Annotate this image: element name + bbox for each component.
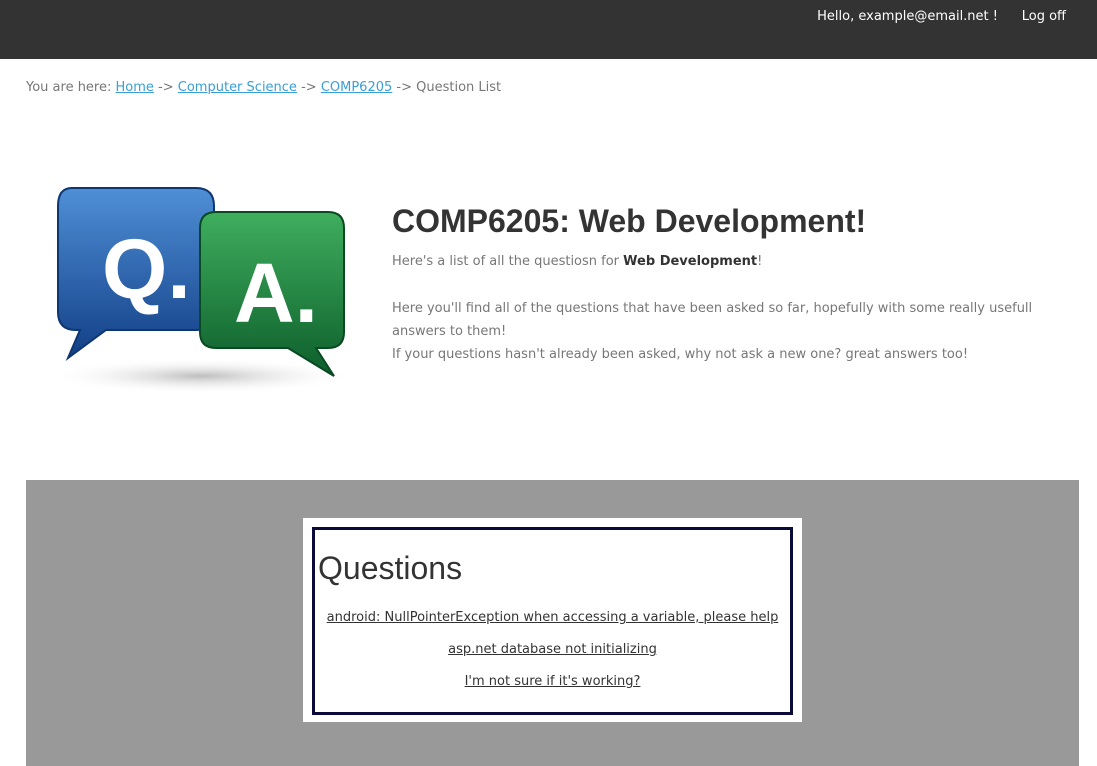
logoff-link[interactable]: Log off	[1022, 9, 1066, 24]
question-link[interactable]: I'm not sure if it's working?	[315, 666, 790, 698]
hero-description: Here's a list of all the questiosn for W…	[392, 250, 1042, 366]
breadcrumb-separator: ->	[396, 80, 412, 95]
qa-logo: Q. A.	[46, 187, 356, 394]
breadcrumb-separator: ->	[301, 80, 317, 95]
a-bubble: A.	[199, 211, 345, 377]
user-greeting[interactable]: Hello, example@email.net !	[817, 9, 998, 24]
question-link[interactable]: android: NullPointerException when acces…	[315, 602, 790, 634]
top-navbar: Hello, example@email.net ! Log off	[0, 0, 1097, 59]
breadcrumb-link-home[interactable]: Home	[116, 80, 154, 95]
questions-card-border: Questions android: NullPointerException …	[312, 527, 793, 715]
q-bubble: Q.	[57, 187, 215, 361]
breadcrumb: You are here: Home -> Computer Science -…	[26, 80, 501, 95]
questions-list: android: NullPointerException when acces…	[315, 602, 790, 698]
breadcrumb-prefix: You are here:	[26, 80, 112, 95]
intro-course-name: Web Development	[623, 254, 758, 269]
question-link[interactable]: asp.net database not initializing	[315, 634, 790, 666]
breadcrumb-current: Question List	[416, 80, 502, 95]
q-letter: Q.	[102, 222, 191, 316]
questions-title: Questions	[318, 550, 463, 586]
intro-line: Here's a list of all the questiosn for W…	[392, 250, 1042, 273]
breadcrumb-separator: ->	[158, 80, 174, 95]
breadcrumb-link-computer-science[interactable]: Computer Science	[178, 80, 297, 95]
intro-prefix: Here's a list of all the questiosn for	[392, 254, 624, 269]
body-line-2: If your questions hasn't already been as…	[392, 347, 969, 362]
body-line-1: Here you'll find all of the questions th…	[392, 301, 1033, 339]
intro-suffix: !	[757, 254, 763, 269]
questions-panel: Questions android: NullPointerException …	[26, 480, 1079, 766]
questions-card: Questions android: NullPointerException …	[303, 518, 802, 722]
page-title: COMP6205: Web Development!	[392, 203, 867, 239]
a-letter: A.	[234, 246, 318, 340]
breadcrumb-link-course[interactable]: COMP6205	[321, 80, 392, 95]
